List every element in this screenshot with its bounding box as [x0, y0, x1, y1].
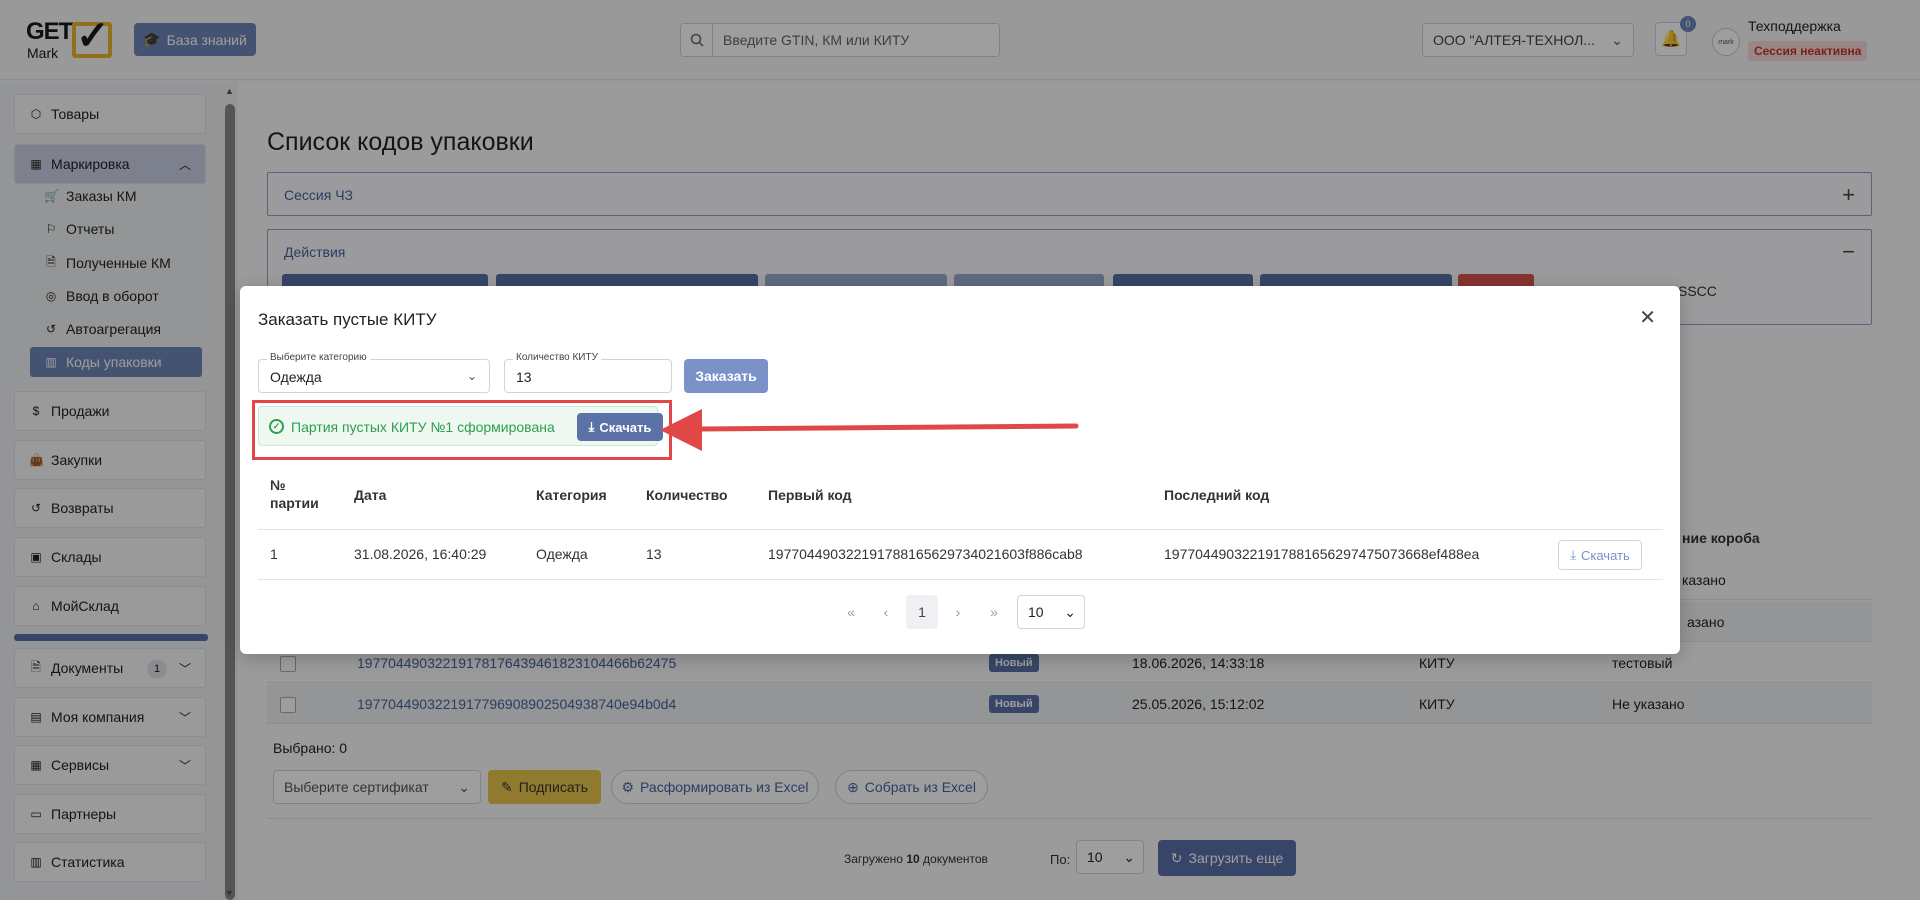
last-page-button[interactable]: » [978, 595, 1010, 629]
quantity-value: 13 [516, 369, 532, 385]
order-button[interactable]: Заказать [684, 359, 768, 393]
chevron-down-icon: ⌄ [1064, 604, 1076, 620]
batches-table-header: № партии Дата Категория Количество Первы… [258, 470, 1663, 530]
batch-first-code: 197704490322191788165629734021603f886cab… [768, 546, 1083, 562]
chevron-down-icon: ⌄ [466, 369, 477, 383]
next-page-button[interactable]: › [942, 595, 974, 629]
modal-title: Заказать пустые КИТУ [258, 310, 437, 329]
download-label: Скачать [599, 419, 652, 435]
column-header-quantity: Количество [646, 487, 728, 503]
page-size-select[interactable]: 10 ⌄ [1017, 595, 1085, 629]
category-select[interactable]: Выберите категорию Одежда ⌄ [258, 352, 490, 393]
batch-date: 31.08.2026, 16:40:29 [354, 546, 487, 562]
batch-last-code: 197704490322191788165629747507366​8ef488… [1164, 546, 1480, 562]
download-icon: ⤓ [588, 419, 595, 434]
batch-quantity: 13 [646, 546, 662, 562]
column-header-last-code: Последний код [1164, 487, 1270, 503]
category-label: Выберите категорию [267, 352, 370, 363]
first-page-button[interactable]: « [835, 595, 867, 629]
download-icon: ⤓ [1570, 547, 1576, 562]
current-page-button[interactable]: 1 [906, 595, 938, 629]
table-row: 1 31.08.2026, 16:40:29 Одежда 13 1977044… [258, 530, 1663, 580]
column-header-date: Дата [354, 487, 387, 503]
column-header-batch: № партии [270, 477, 319, 511]
close-icon[interactable]: ✕ [1639, 308, 1656, 328]
quantity-input[interactable]: Количество КИТУ 13 [504, 352, 672, 393]
order-empty-kitu-modal: Заказать пустые КИТУ ✕ Выберите категори… [240, 286, 1680, 654]
batch-number: 1 [270, 546, 278, 562]
row-download-label: Скачать [1581, 547, 1630, 563]
batch-category: Одежда [536, 546, 588, 562]
column-header-category: Категория [536, 487, 607, 503]
quantity-label: Количество КИТУ [513, 352, 601, 363]
download-batch-button[interactable]: ⤓ Скачать [577, 413, 663, 441]
column-header-first-code: Первый код [768, 487, 852, 503]
page-size-value: 10 [1028, 604, 1044, 620]
check-circle-icon: ✓ [269, 419, 284, 434]
success-message: Партия пустых КИТУ №1 сформирована [291, 419, 555, 435]
category-value: Одежда [270, 369, 322, 385]
prev-page-button[interactable]: ‹ [870, 595, 902, 629]
success-alert: ✓ Партия пустых КИТУ №1 сформирована ⤓ С… [258, 406, 663, 446]
row-download-button[interactable]: ⤓ Скачать [1558, 540, 1642, 570]
